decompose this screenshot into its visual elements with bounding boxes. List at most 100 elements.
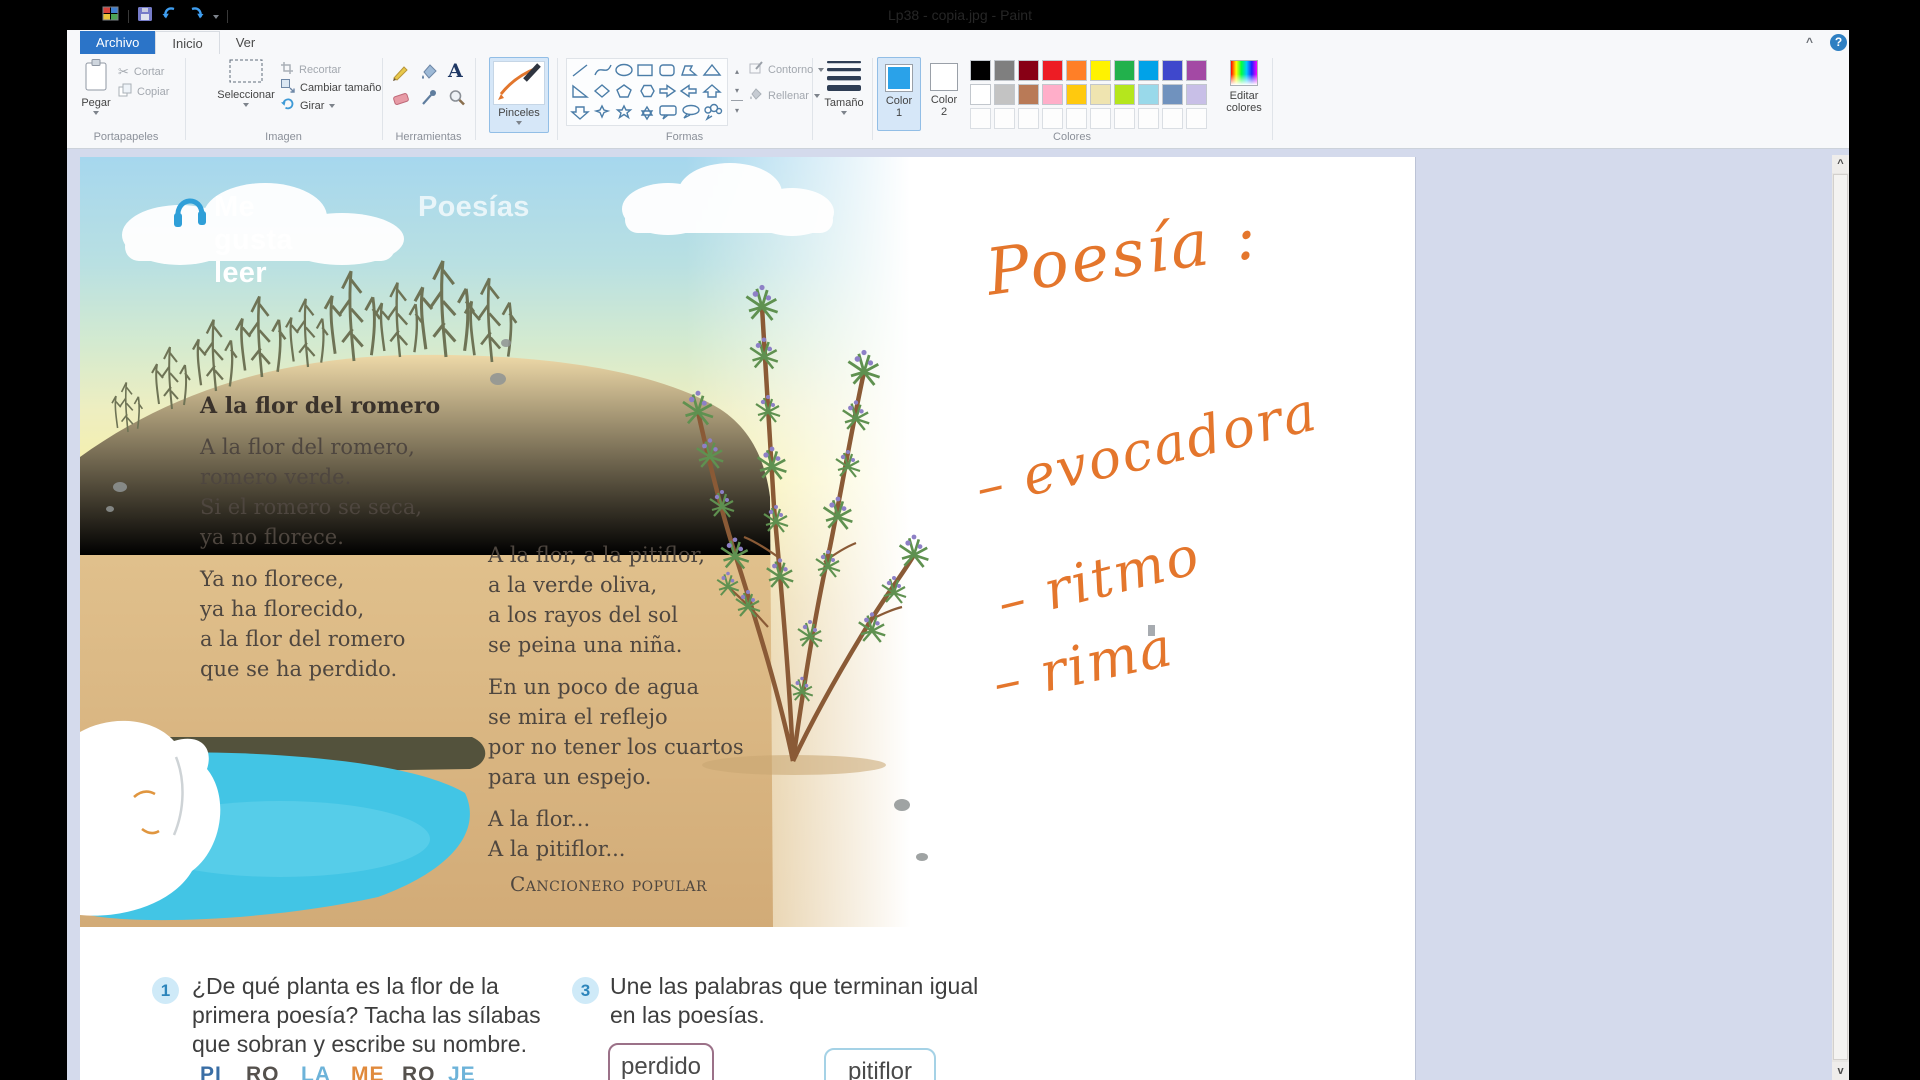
vertical-scrollbar[interactable]: ^ v — [1832, 155, 1849, 1080]
syllable: RO — [402, 1063, 436, 1080]
palette-color[interactable] — [1114, 84, 1135, 105]
size-dropdown-icon[interactable] — [841, 111, 847, 115]
poem-line: para un espejo. — [488, 762, 788, 792]
ribbon-tabs: Archivo Inicio Ver — [80, 31, 271, 54]
color1-number: 1 — [878, 107, 920, 119]
size-label: Tamaño — [818, 97, 870, 109]
palette-color[interactable] — [994, 60, 1015, 81]
poem-line: a la flor del romero — [200, 624, 470, 654]
scrollbar-thumb[interactable] — [1833, 174, 1848, 1060]
edit-colors-label-1: Editar — [1216, 90, 1272, 102]
brush-icon — [493, 61, 545, 105]
tab-ver[interactable]: Ver — [220, 31, 272, 54]
shapes-gallery[interactable] — [566, 58, 728, 126]
text-tool-icon[interactable]: A — [448, 60, 463, 82]
mouse-cursor — [1148, 625, 1155, 636]
shapes-scroll-controls[interactable]: ▴ ▾ ▾ — [731, 62, 743, 120]
magnifier-tool-icon[interactable] — [447, 88, 467, 113]
select-button[interactable]: Seleccionar — [217, 58, 275, 107]
group-divider — [475, 58, 476, 140]
poem-line: se peina una niña. — [488, 630, 788, 660]
palette-color[interactable] — [1018, 84, 1039, 105]
shape-more-icon: ▾ — [731, 100, 743, 120]
palette-color[interactable] — [1090, 84, 1111, 105]
palette-color[interactable] — [1066, 84, 1087, 105]
scroll-down-icon[interactable]: v — [1832, 1062, 1849, 1080]
collapse-ribbon-icon[interactable]: ^ — [1806, 35, 1813, 49]
palette-empty-slot[interactable] — [1186, 108, 1207, 129]
poem-line: por no tener los cuartos — [488, 732, 788, 762]
palette-color[interactable] — [1162, 60, 1183, 81]
palette-empty-slot[interactable] — [970, 108, 991, 129]
tab-inicio[interactable]: Inicio — [155, 31, 219, 55]
poem-line: romero verde. — [200, 462, 470, 492]
help-icon[interactable]: ? — [1830, 34, 1847, 51]
scroll-up-icon[interactable]: ^ — [1832, 155, 1849, 173]
color-picker-tool-icon[interactable] — [419, 88, 439, 113]
brushes-dropdown-icon[interactable] — [516, 121, 522, 125]
palette-color[interactable] — [1114, 60, 1135, 81]
palette-color[interactable] — [1162, 84, 1183, 105]
paste-dropdown-icon[interactable] — [93, 111, 99, 115]
handwriting-ritmo: – ritmo — [991, 523, 1207, 634]
colors-group-label: Colores — [872, 131, 1272, 143]
drawing-canvas[interactable]: Me gusta leer Poesías A la flor del rome… — [80, 157, 1416, 1080]
poem-line: ya ha florecido, — [200, 594, 470, 624]
fill-tool-icon[interactable] — [419, 62, 439, 87]
pencil-tool-icon[interactable] — [391, 62, 411, 87]
window-title: Lp38 - copia.jpg - Paint — [0, 7, 1920, 23]
palette-color[interactable] — [970, 60, 991, 81]
palette-color[interactable] — [1186, 60, 1207, 81]
rotate-dropdown-icon[interactable] — [329, 104, 335, 108]
tab-archivo[interactable]: Archivo — [80, 31, 155, 54]
color2-number: 2 — [923, 106, 965, 118]
fill-shape-button[interactable]: Rellenar — [748, 88, 820, 104]
palette-empty-slot[interactable] — [1066, 108, 1087, 129]
palette-empty-slot[interactable] — [1018, 108, 1039, 129]
fill-shape-icon — [748, 86, 763, 106]
brushes-button[interactable]: Pinceles — [489, 57, 549, 133]
rotate-button[interactable]: Girar — [280, 98, 335, 114]
word-box-perdido: perdido — [608, 1043, 714, 1080]
poem-credit: Cancionero popular — [510, 872, 788, 896]
palette-color[interactable] — [1042, 84, 1063, 105]
palette-color[interactable] — [1138, 60, 1159, 81]
palette-row-1 — [970, 60, 1207, 81]
palette-color[interactable] — [994, 84, 1015, 105]
select-dropdown-icon[interactable] — [243, 103, 249, 107]
outline-label: Contorno — [768, 64, 813, 76]
color2-label: Color — [923, 94, 965, 106]
size-button[interactable]: Tamaño — [818, 58, 870, 115]
copy-button[interactable]: Copiar — [118, 84, 169, 100]
palette-color[interactable] — [1090, 60, 1111, 81]
paste-button[interactable]: Pegar — [76, 58, 116, 115]
palette-color[interactable] — [1042, 60, 1063, 81]
fill-shape-label: Rellenar — [768, 90, 809, 102]
palette-color[interactable] — [1186, 84, 1207, 105]
color2-button[interactable]: Color 2 — [923, 57, 965, 129]
eraser-tool-icon[interactable] — [391, 88, 411, 113]
palette-empty-slot[interactable] — [994, 108, 1015, 129]
cut-button[interactable]: ✂ Cortar — [118, 64, 164, 80]
edit-colors-button[interactable]: Editar colores — [1216, 58, 1272, 114]
resize-button[interactable]: Cambiar tamaño — [280, 80, 381, 96]
poem-2: A la flor, a la pitiflor, a la verde oli… — [488, 540, 788, 896]
crop-button[interactable]: Recortar — [280, 62, 341, 78]
outline-button[interactable]: Contorno — [748, 62, 824, 78]
group-divider — [872, 58, 873, 140]
palette-empty-slot[interactable] — [1138, 108, 1159, 129]
palette-color[interactable] — [1066, 60, 1087, 81]
palette-color[interactable] — [1138, 84, 1159, 105]
palette-color[interactable] — [970, 84, 991, 105]
palette-empty-slot[interactable] — [1042, 108, 1063, 129]
palette-empty-slot[interactable] — [1162, 108, 1183, 129]
syllable: JE — [448, 1063, 476, 1080]
poem-1: A la flor del romero A la flor del romer… — [200, 393, 470, 684]
paste-label: Pegar — [76, 97, 116, 109]
color1-button[interactable]: Color 1 — [877, 57, 921, 131]
poem-line: Ya no florece, — [200, 564, 470, 594]
palette-color[interactable] — [1018, 60, 1039, 81]
palette-empty-slot[interactable] — [1114, 108, 1135, 129]
screenshot-stage: Lp38 - copia.jpg - Paint Archivo Inicio … — [0, 0, 1920, 1080]
palette-empty-slot[interactable] — [1090, 108, 1111, 129]
